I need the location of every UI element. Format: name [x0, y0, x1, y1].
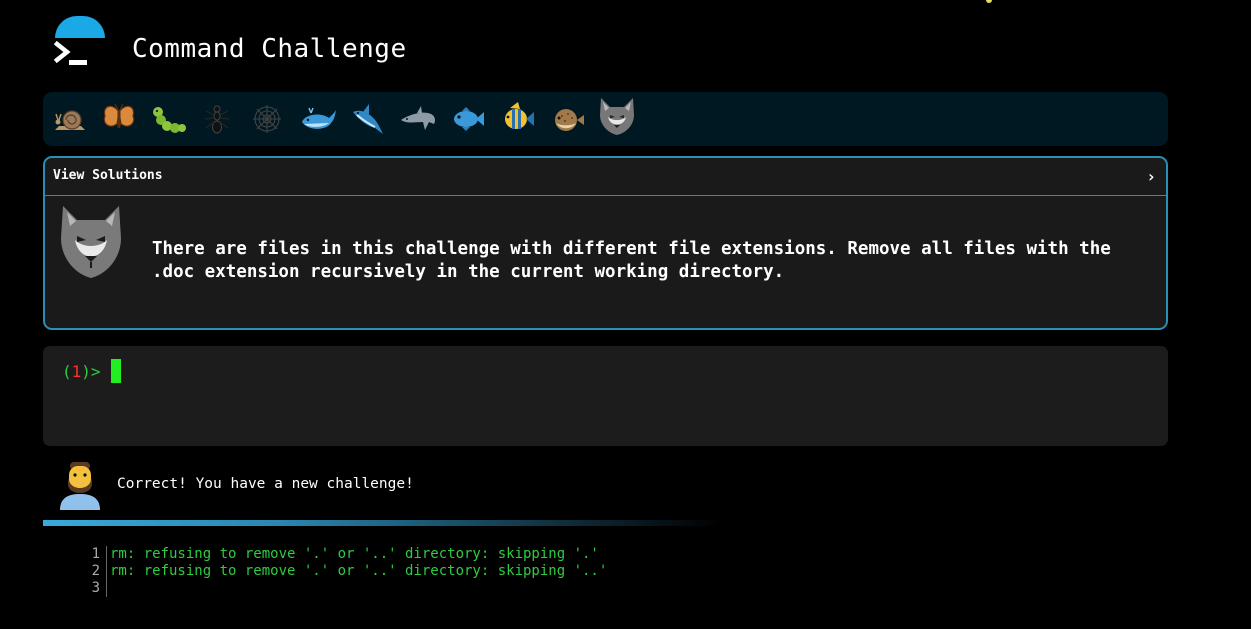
wolf-level-icon[interactable] — [596, 95, 638, 137]
output-line: 3 — [80, 580, 607, 597]
terminal-logo-icon[interactable] — [53, 38, 93, 70]
line-number: 2 — [80, 563, 107, 580]
level-bar — [43, 92, 1168, 146]
gradient-divider — [43, 520, 723, 526]
challenge-panel: View Solutions › There are files in this… — [43, 156, 1168, 330]
whale-level-icon[interactable] — [299, 100, 337, 138]
blowfish-level-icon[interactable] — [548, 100, 586, 138]
line-number: 3 — [80, 580, 107, 597]
view-solutions-toggle[interactable]: View Solutions › — [45, 158, 1166, 196]
spiderweb-level-icon[interactable] — [248, 100, 286, 138]
output-line: 2 rm: refusing to remove '.' or '..' dire… — [80, 563, 607, 580]
ant-level-icon[interactable] — [198, 100, 236, 138]
line-number: 1 — [80, 546, 107, 563]
prompt-number: 1 — [71, 362, 82, 381]
snail-level-icon[interactable] — [51, 100, 89, 138]
line-text: rm: refusing to remove '.' or '..' direc… — [110, 546, 599, 562]
top-indicator — [986, 0, 992, 3]
page-title: Command Challenge — [132, 34, 407, 64]
tropical-fish-level-icon[interactable] — [498, 100, 536, 138]
butterfly-level-icon[interactable] — [100, 100, 138, 138]
bearded-person-avatar-icon — [60, 462, 100, 510]
view-solutions-label: View Solutions — [53, 168, 163, 183]
terminal-input-area[interactable]: (1)> — [43, 346, 1168, 446]
page: Command Challenge View Solutions › There… — [0, 0, 1251, 629]
output-line: 1 rm: refusing to remove '.' or '..' dire… — [80, 546, 607, 563]
feedback-message: Correct! You have a new challenge! — [117, 476, 414, 492]
logo-arc — [55, 16, 105, 38]
caterpillar-level-icon[interactable] — [149, 100, 187, 138]
terminal-prompt: (1)> — [62, 362, 101, 381]
shark-level-icon[interactable] — [349, 100, 387, 138]
dolphin-level-icon[interactable] — [399, 100, 437, 138]
wolf-avatar-icon — [61, 206, 121, 278]
terminal-cursor — [111, 359, 121, 383]
chevron-right-icon[interactable]: › — [1146, 167, 1156, 186]
command-output: 1 rm: refusing to remove '.' or '..' dire… — [80, 546, 607, 597]
line-text: rm: refusing to remove '.' or '..' direc… — [110, 563, 608, 579]
fish-level-icon[interactable] — [448, 100, 486, 138]
challenge-description: There are files in this challenge with d… — [152, 239, 1111, 282]
